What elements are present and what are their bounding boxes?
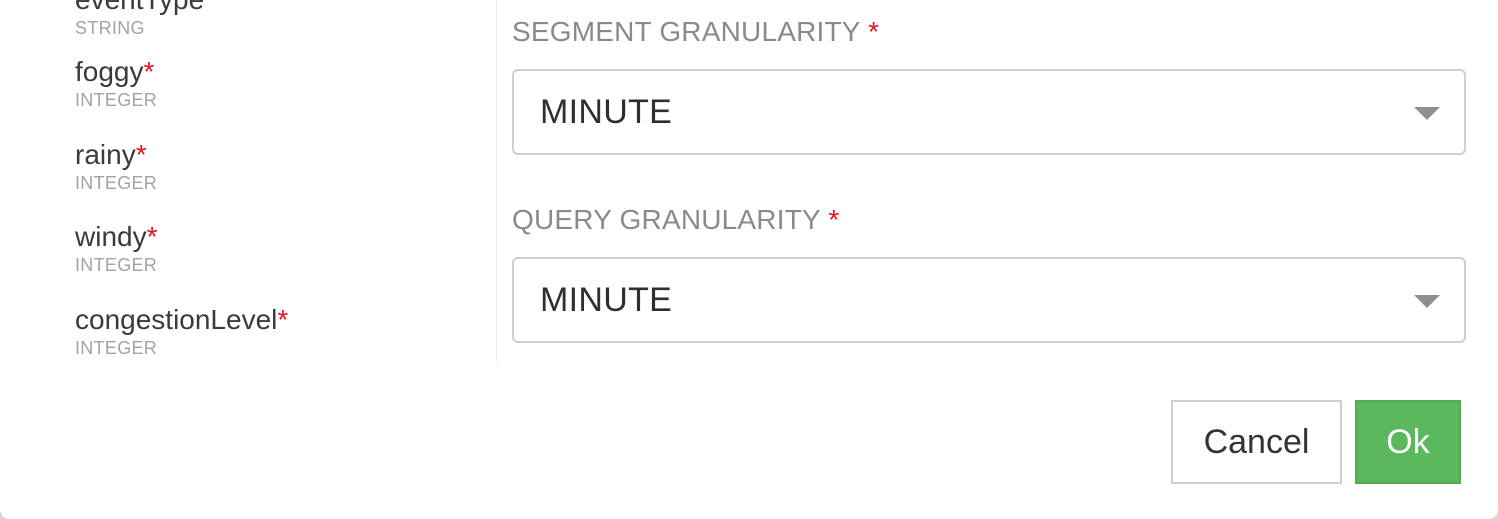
field-name: windy* [75, 221, 158, 252]
ok-button[interactable]: Ok [1355, 400, 1461, 484]
field-item-foggy[interactable]: foggy* INTEGER [75, 56, 157, 110]
field-type: INTEGER [75, 173, 158, 193]
field-item-windy[interactable]: windy* INTEGER [75, 221, 158, 275]
field-item-congestionlevel[interactable]: congestionLevel* INTEGER [75, 304, 288, 358]
cancel-button[interactable]: Cancel [1171, 400, 1342, 484]
required-marker: * [146, 221, 158, 252]
required-marker: * [143, 56, 155, 87]
field-type: INTEGER [75, 255, 158, 275]
field-list[interactable]: eventType STRING foggy* INTEGER rainy* I… [0, 0, 497, 362]
chevron-down-icon [1414, 295, 1440, 308]
chevron-down-icon [1414, 107, 1440, 120]
field-type: INTEGER [75, 338, 158, 358]
query-granularity-select[interactable]: MINUTE [512, 257, 1466, 343]
granularity-dialog: eventType STRING foggy* INTEGER rainy* I… [0, 0, 1498, 519]
field-name: eventType [75, 0, 204, 16]
required-marker: * [135, 139, 147, 170]
required-marker: * [828, 204, 840, 235]
field-item-rainy[interactable]: rainy* INTEGER [75, 139, 157, 193]
segment-granularity-label: SEGMENT GRANULARITY * [512, 16, 880, 47]
required-marker: * [277, 304, 289, 335]
field-type: STRING [75, 18, 145, 38]
field-name: rainy* [75, 139, 147, 170]
field-item-eventtype[interactable]: eventType STRING [75, 0, 204, 38]
field-name: foggy* [75, 56, 155, 87]
segment-granularity-value: MINUTE [540, 93, 673, 131]
field-name: congestionLevel* [75, 304, 289, 335]
query-granularity-label: QUERY GRANULARITY * [512, 204, 840, 235]
segment-granularity-select[interactable]: MINUTE [512, 69, 1466, 155]
field-type: INTEGER [75, 90, 158, 110]
query-granularity-value: MINUTE [540, 281, 673, 319]
required-marker: * [868, 16, 880, 47]
